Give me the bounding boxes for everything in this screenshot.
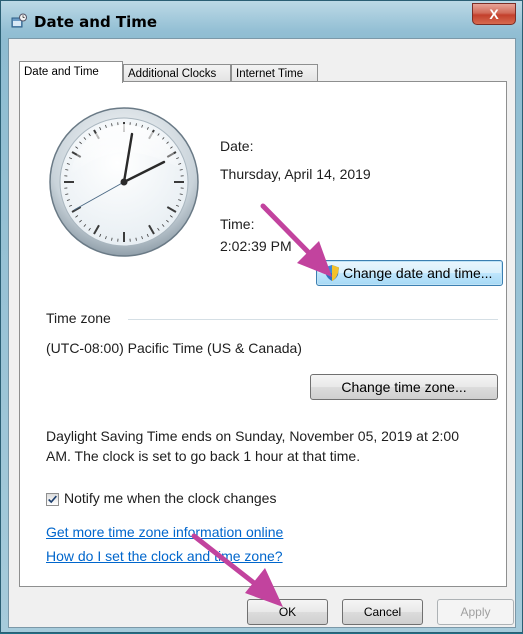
clock-settings-icon [11,13,27,29]
tab-internet-time[interactable]: Internet Time [231,64,318,82]
notify-checkbox[interactable] [46,493,59,506]
date-time-window: Date and Time X Date and Time Additional… [0,0,523,633]
how-to-set-clock-link[interactable]: How do I set the clock and time zone? [46,548,283,564]
window-title: Date and Time [34,13,157,31]
more-time-zone-info-link[interactable]: Get more time zone information online [46,524,283,540]
checkmark-icon [47,494,58,505]
apply-button[interactable]: Apply [437,599,514,625]
time-zone-group-label: Time zone [46,310,111,326]
change-date-time-button[interactable]: Change date and time... [316,260,503,286]
uac-shield-icon [325,265,339,281]
dst-text-line1: Daylight Saving Time ends on Sunday, Nov… [46,428,459,444]
change-time-zone-button[interactable]: Change time zone... [310,374,498,400]
notify-label[interactable]: Notify me when the clock changes [64,490,276,506]
time-label: Time: [220,216,254,232]
date-value: Thursday, April 14, 2019 [220,166,371,182]
ok-button[interactable]: OK [247,599,328,625]
time-zone-value: (UTC-08:00) Pacific Time (US & Canada) [46,340,302,356]
change-date-time-label: Change date and time... [343,261,492,285]
dialog-client-area: Date and Time Additional Clocks Internet… [8,38,516,628]
tab-date-and-time[interactable]: Date and Time [19,61,123,83]
date-label: Date: [220,138,253,154]
time-zone-separator [128,319,498,320]
time-value: 2:02:39 PM [220,238,292,254]
close-icon: X [489,6,498,22]
tab-panel-date-and-time: Date: Thursday, April 14, 2019 Time: 2:0… [19,81,507,587]
cancel-button[interactable]: Cancel [342,599,423,625]
tab-additional-clocks[interactable]: Additional Clocks [123,64,231,82]
analog-clock [48,106,200,258]
close-button[interactable]: X [472,3,516,25]
title-bar[interactable]: Date and Time X [1,1,522,39]
dst-text-line2: AM. The clock is set to go back 1 hour a… [46,448,360,464]
